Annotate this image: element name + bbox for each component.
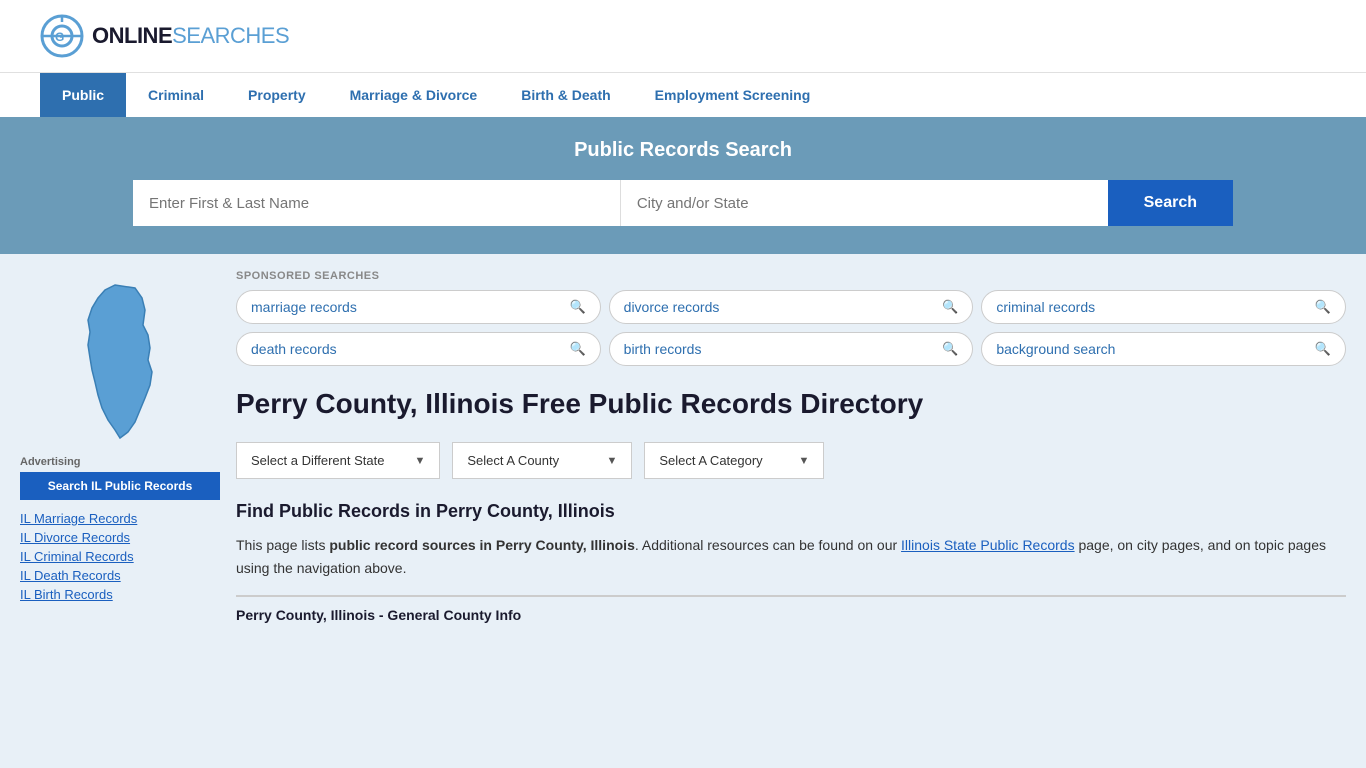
nav-item-public[interactable]: Public: [40, 73, 126, 117]
sidebar-links: IL Marriage Records IL Divorce Records I…: [20, 510, 220, 602]
find-section-title: Find Public Records in Perry County, Ill…: [236, 501, 1346, 522]
county-info-title: Perry County, Illinois - General County …: [236, 595, 1346, 623]
nav-item-criminal[interactable]: Criminal: [126, 73, 226, 117]
search-banner-title: Public Records Search: [40, 139, 1326, 162]
tag-birth-records[interactable]: birth records 🔍: [609, 332, 974, 366]
search-icon-marriage: 🔍: [569, 299, 585, 315]
sponsored-label: SPONSORED SEARCHES: [236, 270, 1346, 282]
sidebar-link-death[interactable]: IL Death Records: [20, 567, 220, 583]
search-icon-criminal: 🔍: [1315, 299, 1331, 315]
content-area: SPONSORED SEARCHES marriage records 🔍 di…: [236, 270, 1346, 623]
search-icon-death: 🔍: [569, 341, 585, 357]
header: G ONLINESEARCHES: [0, 0, 1366, 72]
nav-item-property[interactable]: Property: [226, 73, 328, 117]
tag-death-records[interactable]: death records 🔍: [236, 332, 601, 366]
logo[interactable]: G ONLINESEARCHES: [40, 14, 289, 58]
logo-icon: G: [40, 14, 84, 58]
sidebar: Advertising Search IL Public Records IL …: [20, 270, 220, 623]
search-icon-background: 🔍: [1315, 341, 1331, 357]
location-search-input[interactable]: [621, 180, 1108, 226]
sidebar-link-divorce[interactable]: IL Divorce Records: [20, 529, 220, 545]
sidebar-ad-button[interactable]: Search IL Public Records: [20, 472, 220, 500]
sidebar-link-marriage[interactable]: IL Marriage Records: [20, 510, 220, 526]
page-title: Perry County, Illinois Free Public Recor…: [236, 386, 1346, 422]
sidebar-link-criminal[interactable]: IL Criminal Records: [20, 548, 220, 564]
chevron-down-icon: ▼: [414, 455, 425, 467]
tag-marriage-records[interactable]: marriage records 🔍: [236, 290, 601, 324]
name-search-input[interactable]: [133, 180, 621, 226]
category-dropdown[interactable]: Select A Category ▼: [644, 442, 824, 479]
state-dropdown[interactable]: Select a Different State ▼: [236, 442, 440, 479]
find-description: This page lists public record sources in…: [236, 534, 1346, 579]
sidebar-ad-label: Advertising: [20, 456, 220, 468]
county-dropdown[interactable]: Select A County ▼: [452, 442, 632, 479]
chevron-down-icon: ▼: [798, 455, 809, 467]
search-banner: Public Records Search Search: [0, 117, 1366, 254]
chevron-down-icon: ▼: [606, 455, 617, 467]
search-icon-birth: 🔍: [942, 341, 958, 357]
tag-criminal-records[interactable]: criminal records 🔍: [981, 290, 1346, 324]
nav-item-birth-death[interactable]: Birth & Death: [499, 73, 632, 117]
nav-item-employment[interactable]: Employment Screening: [633, 73, 833, 117]
tag-background-search[interactable]: background search 🔍: [981, 332, 1346, 366]
logo-text: ONLINESEARCHES: [92, 23, 289, 49]
search-form: Search: [133, 180, 1233, 226]
illinois-state-records-link[interactable]: Illinois State Public Records: [901, 537, 1075, 553]
sponsored-tags: marriage records 🔍 divorce records 🔍 cri…: [236, 290, 1346, 366]
sidebar-link-birth[interactable]: IL Birth Records: [20, 586, 220, 602]
tag-divorce-records[interactable]: divorce records 🔍: [609, 290, 974, 324]
svg-text:G: G: [55, 30, 64, 44]
dropdowns-row: Select a Different State ▼ Select A Coun…: [236, 442, 1346, 479]
search-button[interactable]: Search: [1108, 180, 1233, 226]
main-container: Advertising Search IL Public Records IL …: [0, 254, 1366, 639]
state-map-illinois: [60, 280, 180, 440]
search-icon-divorce: 🔍: [942, 299, 958, 315]
nav-item-marriage-divorce[interactable]: Marriage & Divorce: [328, 73, 500, 117]
main-nav: Public Criminal Property Marriage & Divo…: [0, 72, 1366, 117]
